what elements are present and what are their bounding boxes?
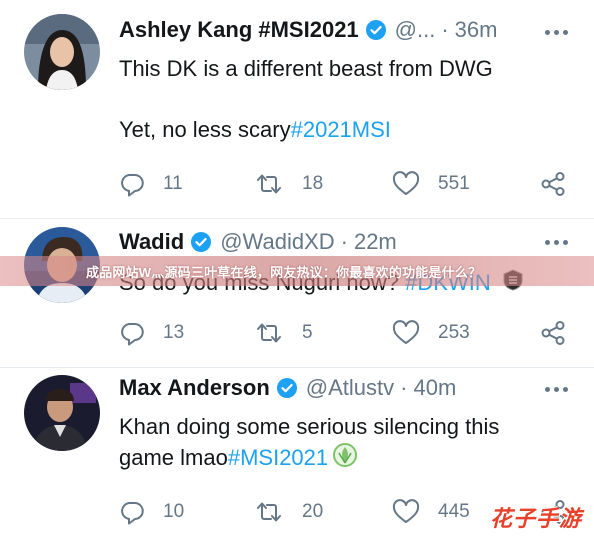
msi-logo-icon <box>332 442 358 476</box>
tweet-ashley-kang[interactable]: Ashley Kang #MSI2021 @... · 36m This DK … <box>0 0 594 218</box>
avatar-ashley-kang[interactable] <box>24 14 100 90</box>
reply-icon <box>119 320 145 346</box>
reply-button[interactable]: 10 <box>119 497 184 527</box>
tweet-text: Khan doing some serious silencing this g… <box>119 411 579 476</box>
tweet-line-text: game lmao <box>119 445 228 470</box>
retweet-icon <box>254 171 284 197</box>
like-icon <box>392 320 420 346</box>
like-count: 445 <box>438 501 470 522</box>
author-name[interactable]: Ashley Kang #MSI2021 <box>119 17 359 43</box>
author-handle[interactable]: @... <box>395 17 436 43</box>
avatar-max-anderson[interactable] <box>24 375 100 451</box>
tweet-wadid[interactable]: Wadid @WadidXD · 22m So do you miss Nugu… <box>0 219 594 367</box>
tweet-line: This DK is a different beast from DWG <box>119 56 493 81</box>
retweet-count: 20 <box>302 501 324 522</box>
separator: · <box>400 375 408 400</box>
author-name[interactable]: Max Anderson <box>119 375 270 401</box>
share-icon <box>539 171 567 197</box>
separator: · <box>340 229 348 254</box>
reply-icon <box>119 171 145 197</box>
like-icon <box>392 499 420 525</box>
retweet-button[interactable]: 20 <box>254 497 323 527</box>
reply-count: 11 <box>163 173 183 194</box>
like-icon <box>392 171 420 197</box>
reply-button[interactable]: 11 <box>119 169 183 199</box>
retweet-icon <box>254 320 284 346</box>
timestamp[interactable]: 22m <box>354 229 397 255</box>
action-bar: 11 18 551 <box>119 169 574 199</box>
verified-badge-icon <box>365 19 387 41</box>
like-button[interactable]: 551 <box>392 169 470 199</box>
retweet-count: 5 <box>302 322 313 343</box>
tweet-line: game lmao#MSI2021 <box>119 442 579 476</box>
more-icon[interactable] <box>545 30 568 35</box>
hashtag-link[interactable]: #2021MSI <box>291 117 391 142</box>
tweet-text: This DK is a different beast from DWG Ye… <box>119 53 579 145</box>
author-name[interactable]: Wadid <box>119 229 184 255</box>
retweet-button[interactable]: 18 <box>254 169 323 199</box>
timestamp[interactable]: 40m <box>413 375 456 401</box>
tweet-line: Khan doing some serious silencing this <box>119 414 500 439</box>
timestamp[interactable]: 36m <box>455 17 498 43</box>
share-button[interactable] <box>539 169 567 199</box>
tweet-line-text: Yet, no less scary <box>119 117 291 142</box>
author-handle[interactable]: @Atlustv <box>306 375 394 401</box>
retweet-count: 18 <box>302 173 324 194</box>
more-icon[interactable] <box>545 387 568 392</box>
like-button[interactable]: 445 <box>392 497 470 527</box>
like-count: 551 <box>438 173 470 194</box>
overlay-banner: 成品网站W灬源码三叶草在线，网友热议：你最喜欢的功能是什么？ <box>0 256 594 286</box>
reply-button[interactable]: 13 <box>119 318 184 348</box>
author-handle[interactable]: @WadidXD <box>220 229 334 255</box>
retweet-button[interactable]: 5 <box>254 318 313 348</box>
reply-icon <box>119 499 145 525</box>
hashtag-link[interactable]: #MSI2021 <box>228 445 328 470</box>
banner-text: 成品网站W灬源码三叶草在线，网友热议：你最喜欢的功能是什么？ <box>86 264 482 280</box>
retweet-icon <box>254 499 284 525</box>
share-button[interactable] <box>539 318 567 348</box>
reply-count: 13 <box>163 322 185 343</box>
more-icon[interactable] <box>545 240 568 245</box>
action-bar: 13 5 253 <box>119 318 574 348</box>
watermark: 花子手游 <box>489 506 582 531</box>
like-count: 253 <box>438 322 470 343</box>
separator: · <box>441 17 449 42</box>
verified-badge-icon <box>276 377 298 399</box>
tweet-line: Yet, no less scary#2021MSI <box>119 114 579 145</box>
share-icon <box>539 320 567 346</box>
reply-count: 10 <box>163 501 185 522</box>
like-button[interactable]: 253 <box>392 318 470 348</box>
verified-badge-icon <box>190 231 212 253</box>
